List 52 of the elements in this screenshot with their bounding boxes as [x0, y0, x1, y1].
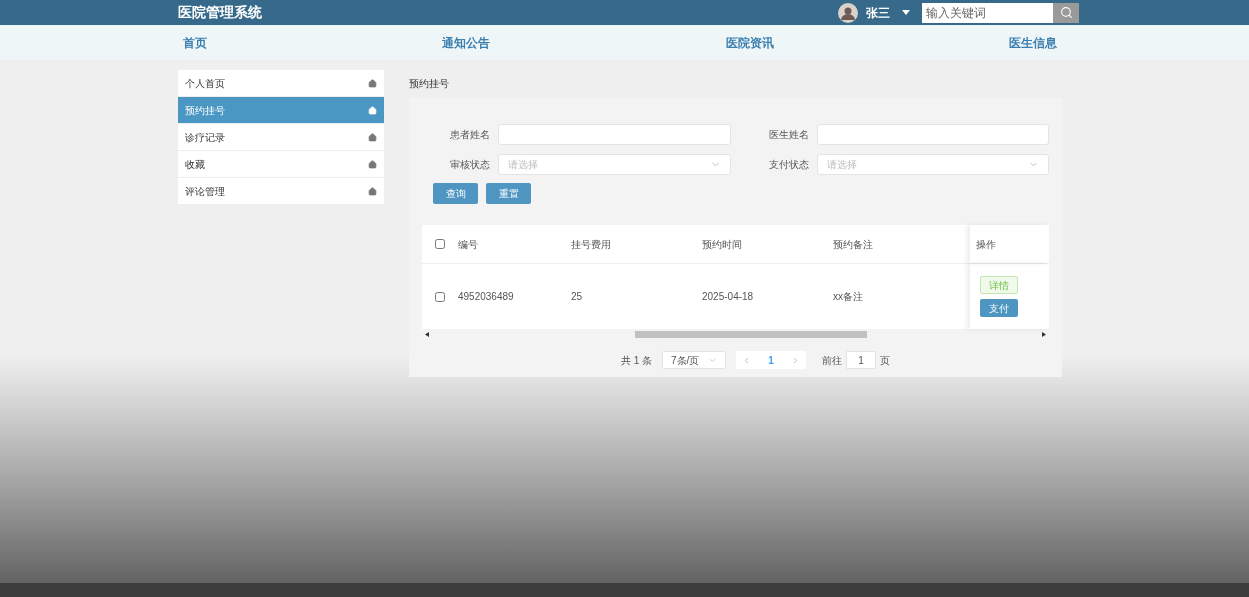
avatar	[838, 2, 858, 23]
sidebar-item[interactable]: 预约挂号	[178, 97, 384, 124]
text-field[interactable]	[816, 124, 1049, 145]
home-icon	[368, 186, 377, 196]
total-count: 共 1 条	[620, 353, 653, 368]
sidebar-item[interactable]: 诊疗记录	[178, 124, 384, 151]
nav-link[interactable]: 通知公告	[442, 33, 491, 52]
text-field[interactable]	[498, 124, 731, 145]
search-icon	[1059, 6, 1073, 19]
sidebar-item[interactable]: 收藏	[178, 151, 384, 178]
filter-label: 审核状态	[449, 158, 490, 172]
page-number[interactable]: 1	[768, 352, 774, 368]
site-title: 医院管理系统	[178, 3, 262, 22]
checkbox[interactable]	[435, 239, 445, 249]
search-field[interactable]: 输入关键词	[922, 2, 1053, 23]
filter-label: 患者姓名	[449, 128, 490, 142]
home-icon	[368, 78, 377, 88]
nav-link[interactable]: 医生信息	[1009, 33, 1057, 52]
filter-label: 支付状态	[767, 158, 809, 172]
nav-link[interactable]: 首页	[183, 33, 207, 52]
form-button[interactable]: 查询	[433, 183, 478, 204]
filter-label: 医生姓名	[767, 128, 809, 142]
scrollbar-thumb[interactable]	[635, 330, 867, 338]
sidebar-item[interactable]: 评论管理	[178, 178, 384, 205]
scroll-right-icon[interactable]	[1042, 331, 1046, 337]
page-size-select[interactable]: 7条/页	[662, 351, 727, 369]
page-suffix: 页	[880, 353, 891, 368]
pay-button[interactable]: 支付	[980, 299, 1018, 317]
column-header: 预约备注	[833, 237, 874, 252]
table-cell-text: 4952036489	[458, 290, 515, 304]
table-cell-text: 25	[571, 290, 584, 304]
column-header: 预约时间	[702, 237, 743, 252]
details-button[interactable]: 详情	[980, 276, 1018, 294]
form-button[interactable]: 重置	[486, 183, 531, 204]
checkbox[interactable]	[435, 291, 445, 302]
search-button[interactable]	[1053, 2, 1079, 23]
page-input[interactable]: 1	[846, 351, 877, 369]
table-cell-text: 2025-04-18	[702, 290, 755, 304]
page-title: 预约挂号	[409, 77, 450, 91]
home-icon	[368, 159, 377, 169]
goto-label: 前往	[822, 353, 843, 368]
nav-link[interactable]: 医院资讯	[725, 33, 774, 52]
caret-icon[interactable]	[902, 10, 910, 15]
column-header: 操作	[970, 225, 1049, 263]
scroll-left-icon[interactable]	[425, 331, 429, 337]
column-header: 挂号费用	[571, 237, 612, 252]
home-icon	[368, 132, 377, 142]
home-icon	[368, 105, 377, 115]
column-header: 编号	[458, 237, 479, 252]
sidebar-item[interactable]: 个人首页	[178, 70, 384, 97]
table-cell-text: xx备注	[833, 290, 864, 304]
user-name[interactable]: 张三	[866, 3, 890, 22]
